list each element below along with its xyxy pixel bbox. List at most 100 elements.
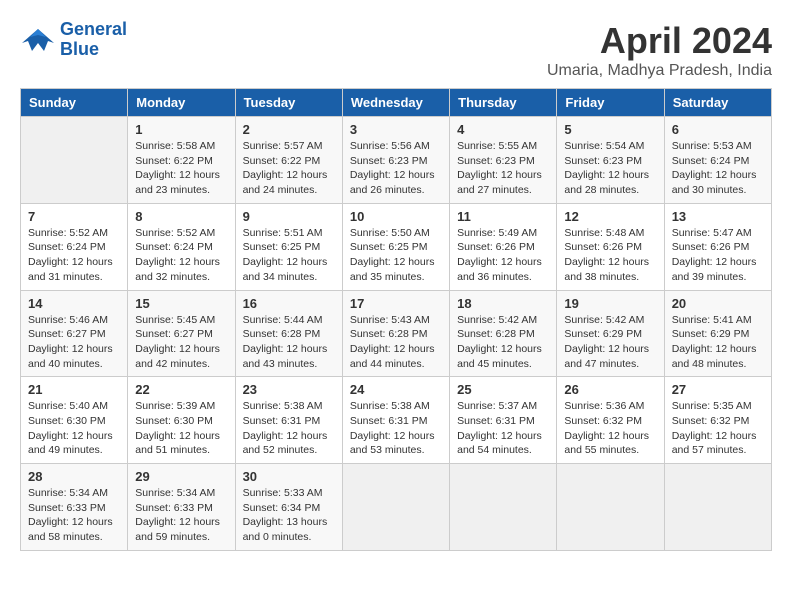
day-info: Sunrise: 5:38 AM Sunset: 6:31 PM Dayligh… xyxy=(350,399,442,458)
day-number: 15 xyxy=(135,296,227,311)
day-number: 6 xyxy=(672,122,764,137)
day-info: Sunrise: 5:46 AM Sunset: 6:27 PM Dayligh… xyxy=(28,313,120,372)
weekday-header: Thursday xyxy=(450,89,557,117)
calendar-cell xyxy=(557,464,664,551)
calendar-cell: 30Sunrise: 5:33 AM Sunset: 6:34 PM Dayli… xyxy=(235,464,342,551)
day-number: 13 xyxy=(672,209,764,224)
day-info: Sunrise: 5:34 AM Sunset: 6:33 PM Dayligh… xyxy=(135,486,227,545)
day-number: 1 xyxy=(135,122,227,137)
day-info: Sunrise: 5:56 AM Sunset: 6:23 PM Dayligh… xyxy=(350,139,442,198)
day-number: 7 xyxy=(28,209,120,224)
calendar-cell: 19Sunrise: 5:42 AM Sunset: 6:29 PM Dayli… xyxy=(557,290,664,377)
day-number: 5 xyxy=(564,122,656,137)
weekday-header: Saturday xyxy=(664,89,771,117)
day-info: Sunrise: 5:42 AM Sunset: 6:28 PM Dayligh… xyxy=(457,313,549,372)
calendar-cell: 2 Sunrise: 5:57 AM Sunset: 6:22 PM Daylig… xyxy=(235,117,342,204)
calendar-cell: 29 Sunrise: 5:34 AM Sunset: 6:33 PM Dayli… xyxy=(128,464,235,551)
title-block: April 2024 Umaria, Madhya Pradesh, India xyxy=(547,20,772,80)
calendar-cell: 14 Sunrise: 5:46 AM Sunset: 6:27 PM Dayli… xyxy=(21,290,128,377)
calendar-week-row: 14 Sunrise: 5:46 AM Sunset: 6:27 PM Dayli… xyxy=(21,290,772,377)
calendar-cell: 9 Sunrise: 5:51 AM Sunset: 6:25 PM Daylig… xyxy=(235,203,342,290)
day-info: Sunrise: 5:49 AM Sunset: 6:26 PM Dayligh… xyxy=(457,226,549,285)
day-info: Sunrise: 5:35 AM Sunset: 6:32 PM Dayligh… xyxy=(672,399,764,458)
day-info: Sunrise: 5:41 AM Sunset: 6:29 PM Dayligh… xyxy=(672,313,764,372)
calendar-cell: 27 Sunrise: 5:35 AM Sunset: 6:32 PM Dayli… xyxy=(664,377,771,464)
day-number: 3 xyxy=(350,122,442,137)
weekday-header-row: SundayMondayTuesdayWednesdayThursdayFrid… xyxy=(21,89,772,117)
calendar-cell: 10 Sunrise: 5:50 AM Sunset: 6:25 PM Dayli… xyxy=(342,203,449,290)
day-number: 20 xyxy=(672,296,764,311)
day-info: Sunrise: 5:44 AM Sunset: 6:28 PM Dayligh… xyxy=(243,313,335,372)
day-info: Sunrise: 5:45 AM Sunset: 6:27 PM Dayligh… xyxy=(135,313,227,372)
day-number: 23 xyxy=(243,382,335,397)
day-number: 27 xyxy=(672,382,764,397)
day-info: Sunrise: 5:53 AM Sunset: 6:24 PM Dayligh… xyxy=(672,139,764,198)
day-number: 17 xyxy=(350,296,442,311)
calendar-cell: 4 Sunrise: 5:55 AM Sunset: 6:23 PM Daylig… xyxy=(450,117,557,204)
day-number: 25 xyxy=(457,382,549,397)
day-number: 29 xyxy=(135,469,227,484)
weekday-header: Sunday xyxy=(21,89,128,117)
day-number: 28 xyxy=(28,469,120,484)
calendar-cell: 15 Sunrise: 5:45 AM Sunset: 6:27 PM Dayli… xyxy=(128,290,235,377)
day-number: 18 xyxy=(457,296,549,311)
calendar-cell: 18 Sunrise: 5:42 AM Sunset: 6:28 PM Dayli… xyxy=(450,290,557,377)
day-number: 10 xyxy=(350,209,442,224)
calendar-cell xyxy=(450,464,557,551)
page-header: General Blue April 2024 Umaria, Madhya P… xyxy=(20,20,772,80)
day-info: Sunrise: 5:36 AM Sunset: 6:32 PM Dayligh… xyxy=(564,399,656,458)
logo-text: General Blue xyxy=(60,20,127,60)
day-number: 16 xyxy=(243,296,335,311)
calendar-cell: 11Sunrise: 5:49 AM Sunset: 6:26 PM Dayli… xyxy=(450,203,557,290)
weekday-header: Wednesday xyxy=(342,89,449,117)
day-number: 26 xyxy=(564,382,656,397)
day-info: Sunrise: 5:34 AM Sunset: 6:33 PM Dayligh… xyxy=(28,486,120,545)
day-number: 22 xyxy=(135,382,227,397)
day-number: 24 xyxy=(350,382,442,397)
calendar-cell: 1 Sunrise: 5:58 AM Sunset: 6:22 PM Daylig… xyxy=(128,117,235,204)
month-year-title: April 2024 xyxy=(547,20,772,62)
day-number: 2 xyxy=(243,122,335,137)
weekday-header: Tuesday xyxy=(235,89,342,117)
day-info: Sunrise: 5:58 AM Sunset: 6:22 PM Dayligh… xyxy=(135,139,227,198)
calendar-cell: 3 Sunrise: 5:56 AM Sunset: 6:23 PM Daylig… xyxy=(342,117,449,204)
calendar-cell: 23 Sunrise: 5:38 AM Sunset: 6:31 PM Dayli… xyxy=(235,377,342,464)
calendar-cell: 16 Sunrise: 5:44 AM Sunset: 6:28 PM Dayli… xyxy=(235,290,342,377)
day-info: Sunrise: 5:38 AM Sunset: 6:31 PM Dayligh… xyxy=(243,399,335,458)
day-number: 4 xyxy=(457,122,549,137)
calendar-cell: 12Sunrise: 5:48 AM Sunset: 6:26 PM Dayli… xyxy=(557,203,664,290)
calendar-cell: 8 Sunrise: 5:52 AM Sunset: 6:24 PM Daylig… xyxy=(128,203,235,290)
calendar-cell: 7 Sunrise: 5:52 AM Sunset: 6:24 PM Daylig… xyxy=(21,203,128,290)
day-number: 9 xyxy=(243,209,335,224)
logo: General Blue xyxy=(20,20,127,60)
calendar-table: SundayMondayTuesdayWednesdayThursdayFrid… xyxy=(20,88,772,551)
calendar-cell: 21 Sunrise: 5:40 AM Sunset: 6:30 PM Dayli… xyxy=(21,377,128,464)
calendar-cell: 26 Sunrise: 5:36 AM Sunset: 6:32 PM Dayli… xyxy=(557,377,664,464)
weekday-header: Monday xyxy=(128,89,235,117)
day-info: Sunrise: 5:54 AM Sunset: 6:23 PM Dayligh… xyxy=(564,139,656,198)
day-info: Sunrise: 5:51 AM Sunset: 6:25 PM Dayligh… xyxy=(243,226,335,285)
calendar-cell xyxy=(342,464,449,551)
day-info: Sunrise: 5:57 AM Sunset: 6:22 PM Dayligh… xyxy=(243,139,335,198)
calendar-cell: 17Sunrise: 5:43 AM Sunset: 6:28 PM Dayli… xyxy=(342,290,449,377)
weekday-header: Friday xyxy=(557,89,664,117)
day-info: Sunrise: 5:55 AM Sunset: 6:23 PM Dayligh… xyxy=(457,139,549,198)
day-info: Sunrise: 5:33 AM Sunset: 6:34 PM Dayligh… xyxy=(243,486,335,545)
day-info: Sunrise: 5:50 AM Sunset: 6:25 PM Dayligh… xyxy=(350,226,442,285)
day-info: Sunrise: 5:40 AM Sunset: 6:30 PM Dayligh… xyxy=(28,399,120,458)
day-number: 12 xyxy=(564,209,656,224)
calendar-cell: 20 Sunrise: 5:41 AM Sunset: 6:29 PM Dayli… xyxy=(664,290,771,377)
day-info: Sunrise: 5:52 AM Sunset: 6:24 PM Dayligh… xyxy=(28,226,120,285)
calendar-cell: 6 Sunrise: 5:53 AM Sunset: 6:24 PM Daylig… xyxy=(664,117,771,204)
day-number: 19 xyxy=(564,296,656,311)
day-info: Sunrise: 5:52 AM Sunset: 6:24 PM Dayligh… xyxy=(135,226,227,285)
location-subtitle: Umaria, Madhya Pradesh, India xyxy=(547,62,772,80)
logo-icon xyxy=(20,25,56,55)
day-number: 14 xyxy=(28,296,120,311)
calendar-week-row: 1 Sunrise: 5:58 AM Sunset: 6:22 PM Daylig… xyxy=(21,117,772,204)
calendar-cell: 13Sunrise: 5:47 AM Sunset: 6:26 PM Dayli… xyxy=(664,203,771,290)
calendar-cell: 24 Sunrise: 5:38 AM Sunset: 6:31 PM Dayli… xyxy=(342,377,449,464)
calendar-cell: 28 Sunrise: 5:34 AM Sunset: 6:33 PM Dayli… xyxy=(21,464,128,551)
day-number: 8 xyxy=(135,209,227,224)
day-number: 21 xyxy=(28,382,120,397)
